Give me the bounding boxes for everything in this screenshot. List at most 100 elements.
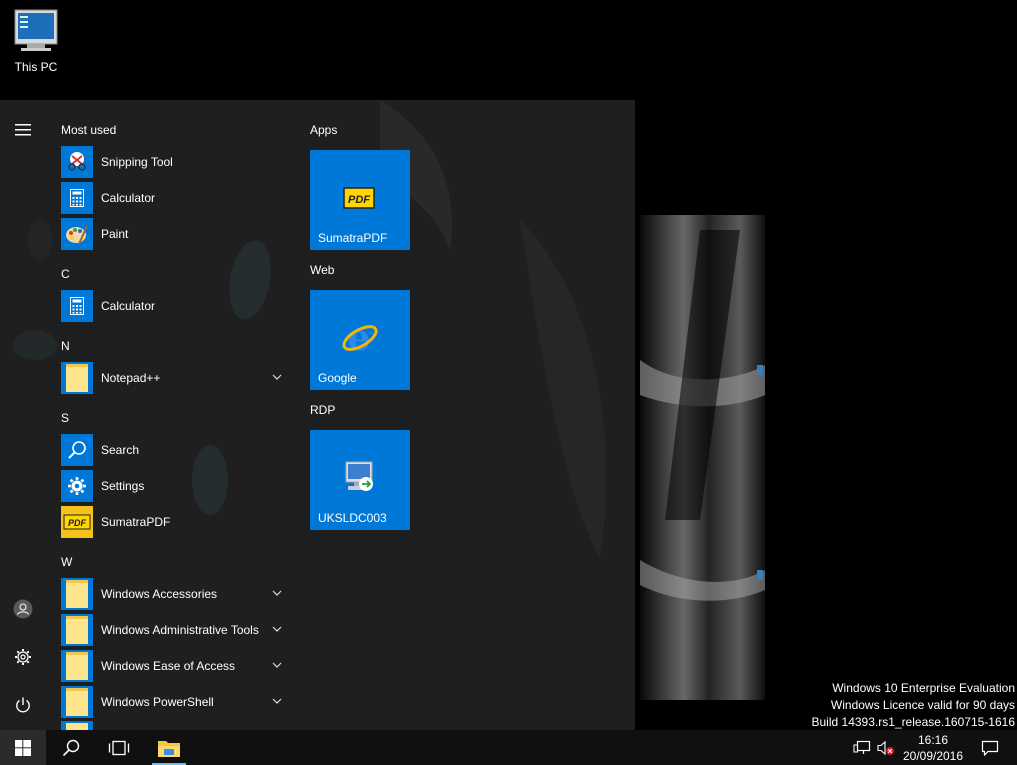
gear-icon xyxy=(15,649,31,665)
section-letter-s[interactable]: S xyxy=(61,411,69,425)
app-paint[interactable]: Paint xyxy=(61,217,291,251)
file-explorer-icon xyxy=(158,740,180,757)
hamburger-icon xyxy=(15,124,31,136)
folder-icon xyxy=(61,578,93,610)
calculator-icon xyxy=(61,182,93,214)
section-letter-w[interactable]: W xyxy=(61,555,72,569)
user-icon xyxy=(13,599,33,619)
app-calculator-most-used[interactable]: Calculator xyxy=(61,181,291,215)
app-label: Settings xyxy=(101,479,145,493)
chevron-down-icon[interactable] xyxy=(271,371,283,383)
app-search[interactable]: Search xyxy=(61,433,291,467)
app-snipping-tool[interactable]: Snipping Tool xyxy=(61,145,291,179)
app-label: Calculator xyxy=(101,191,156,205)
palette-icon xyxy=(61,218,93,250)
all-apps-list: Most used Snipping Tool Calculator Paint… xyxy=(46,100,296,730)
app-settings[interactable]: Settings xyxy=(61,469,291,503)
most-used-heading: Most used xyxy=(61,123,117,137)
app-label: Windows PowerShell xyxy=(101,695,214,709)
gear-icon xyxy=(61,470,93,502)
tile-ukslDC003-rdp[interactable]: UKSLDC003 xyxy=(310,430,410,530)
app-label: Search xyxy=(101,443,140,457)
app-folder-windows-powershell[interactable]: Windows PowerShell xyxy=(61,685,291,719)
watermark-build: Build 14393.rs1_release.160715-1616 xyxy=(811,715,1016,729)
user-account-button[interactable] xyxy=(0,587,46,631)
network-tray-button[interactable] xyxy=(850,730,874,765)
app-sumatrapdf[interactable]: PDF SumatraPDF xyxy=(61,505,291,539)
folder-icon xyxy=(61,650,93,682)
watermark-edition: Windows 10 Enterprise Evaluation xyxy=(832,681,1015,695)
volume-muted-icon xyxy=(877,740,894,755)
start-rail xyxy=(0,100,46,730)
chevron-down-icon[interactable] xyxy=(271,659,283,671)
settings-button[interactable] xyxy=(0,635,46,679)
internet-explorer-icon: e xyxy=(342,318,378,358)
volume-tray-button[interactable] xyxy=(874,730,898,765)
power-button[interactable] xyxy=(0,683,46,727)
search-icon xyxy=(61,434,93,466)
svg-text:PDF: PDF xyxy=(68,518,87,528)
start-button[interactable] xyxy=(0,730,46,765)
app-label: Notepad++ xyxy=(101,371,161,385)
action-center-icon xyxy=(981,740,999,756)
task-view-button[interactable] xyxy=(96,730,142,765)
tile-label: SumatraPDF xyxy=(318,231,388,245)
search-icon xyxy=(62,739,80,756)
network-icon xyxy=(853,740,871,754)
scissors-icon xyxy=(61,146,93,178)
windows-logo-icon xyxy=(15,739,31,756)
app-folder-windows-administrative-tools[interactable]: Windows Administrative Tools xyxy=(61,613,291,647)
watermark-licence: Windows Licence valid for 90 days xyxy=(830,698,1015,712)
chevron-down-icon[interactable] xyxy=(271,623,283,635)
taskbar-search-button[interactable] xyxy=(48,730,94,765)
calculator-icon xyxy=(61,290,93,322)
tile-group-title[interactable]: Apps xyxy=(310,123,337,137)
app-folder-partial[interactable] xyxy=(61,721,291,730)
action-center-button[interactable] xyxy=(972,730,1008,765)
tile-sumatrapdf[interactable]: PDF SumatraPDF xyxy=(310,150,410,250)
tile-google[interactable]: e Google xyxy=(310,290,410,390)
app-calculator[interactable]: Calculator xyxy=(61,289,291,323)
section-letter-c[interactable]: C xyxy=(61,267,70,281)
app-label: Windows Administrative Tools xyxy=(101,623,259,637)
folder-icon xyxy=(61,721,93,730)
app-label: SumatraPDF xyxy=(101,515,171,529)
app-label: Windows Ease of Access xyxy=(101,659,236,673)
folder-icon xyxy=(61,686,93,718)
pdf-icon: PDF xyxy=(61,506,93,538)
app-label: Snipping Tool xyxy=(101,155,173,169)
app-label: Calculator xyxy=(101,299,156,313)
windows-evaluation-watermark: Windows 10 Enterprise Evaluation Windows… xyxy=(812,680,1016,731)
pdf-icon: PDF xyxy=(343,187,375,209)
pinned-tiles-area: Apps PDF SumatraPDF Web e Google RDP UKS… xyxy=(310,100,630,730)
app-folder-windows-accessories[interactable]: Windows Accessories xyxy=(61,577,291,611)
tile-group-title[interactable]: Web xyxy=(310,263,334,277)
chevron-down-icon[interactable] xyxy=(271,695,283,707)
power-icon xyxy=(16,697,30,713)
remote-desktop-icon xyxy=(345,461,373,491)
tile-label: UKSLDC003 xyxy=(318,511,387,525)
svg-text:e: e xyxy=(348,318,371,358)
tile-group-title[interactable]: RDP xyxy=(310,403,335,417)
svg-text:PDF: PDF xyxy=(348,194,370,206)
desktop-icon-this-pc[interactable]: This PC xyxy=(6,6,66,76)
clock-time: 16:16 xyxy=(917,733,949,747)
app-label: Windows Accessories xyxy=(101,587,218,601)
section-letter-n[interactable]: N xyxy=(61,339,70,353)
app-label: Paint xyxy=(101,227,129,241)
app-folder-notepad-plus-plus[interactable]: Notepad++ xyxy=(61,361,291,395)
clock-date: 20/09/2016 xyxy=(902,749,964,763)
start-menu: Most used Snipping Tool Calculator Paint… xyxy=(0,100,635,730)
chevron-down-icon[interactable] xyxy=(271,587,283,599)
computer-icon xyxy=(14,9,58,51)
expand-menu-button[interactable] xyxy=(0,108,46,152)
desktop-icon-label: This PC xyxy=(14,60,58,74)
folder-icon xyxy=(61,614,93,646)
taskbar-clock[interactable]: 16:16 20/09/2016 xyxy=(900,732,966,764)
taskbar: 16:16 20/09/2016 xyxy=(0,730,1017,765)
tile-label: Google xyxy=(318,371,357,385)
file-explorer-taskbar-button[interactable] xyxy=(146,730,192,765)
folder-icon xyxy=(61,362,93,394)
task-view-icon xyxy=(108,740,130,755)
app-folder-windows-ease-of-access[interactable]: Windows Ease of Access xyxy=(61,649,291,683)
